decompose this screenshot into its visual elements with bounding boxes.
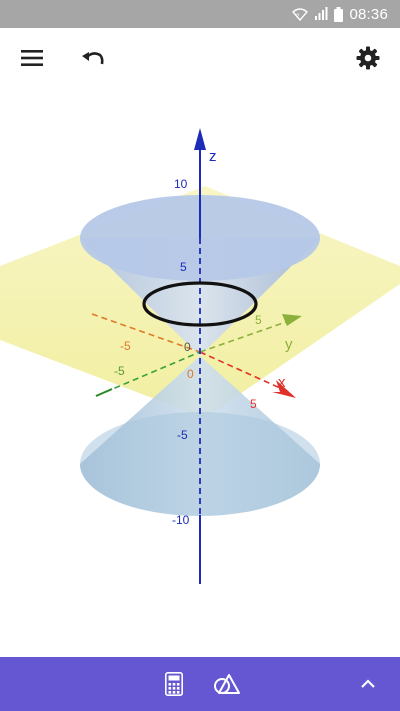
status-icons: ? [292,6,344,22]
wifi-icon: ? [292,8,309,21]
z-axis-arrow [194,128,206,150]
top-toolbar [0,28,400,88]
y-axis-negative-solid [95,388,113,397]
status-time: 08:36 [349,5,388,23]
z-tick-10: 10 [174,177,188,191]
x-axis-label: x [278,374,286,391]
calculator-icon [165,672,183,696]
tools-icon [214,674,240,694]
y-tick-5: 5 [255,313,262,327]
bottom-bar [0,657,400,711]
settings-icon [356,46,380,70]
origin-label-top: 0 [184,340,191,354]
chevron-up-icon [361,679,375,688]
menu-button[interactable] [12,38,52,78]
z-axis-label: z [209,148,217,165]
battery-icon [334,6,344,22]
z-tick-5: 5 [180,260,187,274]
x-tick-neg5: -5 [120,339,131,353]
menu-icon [21,50,43,66]
z-tick-neg10: -10 [172,513,190,527]
settings-button[interactable] [348,38,388,78]
expand-button[interactable] [349,665,387,703]
signal-icon [315,7,328,20]
y-tick-neg5: -5 [114,364,125,378]
y-axis-label: y [285,336,293,353]
algebra-view-button[interactable] [155,665,193,703]
graphics-3d-view[interactable]: z x y 10 5 -5 -10 0 0 5 -5 5 -5 [0,88,400,656]
z-tick-neg5: -5 [177,428,188,442]
undo-button[interactable] [73,38,113,78]
tools-button[interactable] [208,665,246,703]
origin-label-bottom: 0 [187,367,194,381]
status-bar: ? 08:36 [0,0,400,28]
x-tick-5: 5 [250,397,257,411]
undo-icon [82,52,104,65]
